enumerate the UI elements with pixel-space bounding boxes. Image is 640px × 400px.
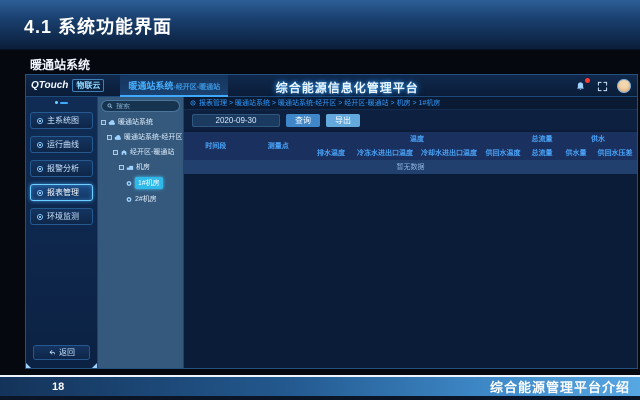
- notification-badge: [585, 77, 590, 83]
- column-header-chilled-water-temp: 冷冻水进出口温度: [357, 149, 413, 157]
- column-header-drain-temp: 排水温度: [317, 149, 345, 157]
- sidebar-ornament-icon: [26, 97, 97, 108]
- checkbox-icon[interactable]: [113, 149, 118, 155]
- checkbox-icon[interactable]: [101, 119, 106, 125]
- sidebar-item-environment-monitoring[interactable]: 环境监测: [30, 208, 93, 225]
- group-header-total-flow: 总流量: [531, 135, 553, 143]
- sidebar-item-label: 报警分析: [47, 164, 79, 173]
- table-header: 时间段 测量点 温度 排水温度 冷冻水进出口温度 冷却水进出口温度 供回水温度: [184, 132, 637, 160]
- group-header-temperature: 温度: [410, 135, 424, 143]
- sidebar-item-label: 报表管理: [47, 188, 79, 197]
- sidebar-item-main-diagram[interactable]: 主系统图: [30, 112, 93, 129]
- tab-label-sub: -经开区-暖通站: [173, 84, 221, 91]
- page-number: 18: [52, 380, 65, 393]
- app-header: QTouch 物联云 暖通站系统-经开区-暖通站 综合能源信息化管理平台: [26, 74, 637, 97]
- device-icon: [126, 180, 132, 186]
- tree-node-label: 经开区-暖通站: [130, 149, 175, 156]
- app-window: QTouch 物联云 暖通站系统-经开区-暖通站 综合能源信息化管理平台 主系统…: [25, 74, 638, 369]
- logo-brand: QTouch: [31, 80, 69, 91]
- tree-node-room-2[interactable]: 2#机房: [101, 194, 180, 204]
- column-header-total-flow: 总流量: [531, 149, 553, 157]
- menu-bullet-icon: [37, 141, 43, 148]
- breadcrumb-text: 报表管理 > 暖通站系统 > 暖通站系统-经开区 > 经开区-暖通站 > 机房 …: [199, 100, 441, 107]
- header-actions: [575, 75, 631, 97]
- back-arrow-icon: [49, 349, 55, 354]
- tree-node-label: 1#机房: [135, 177, 163, 189]
- back-button[interactable]: 返回: [33, 345, 90, 360]
- column-header-supply-volume: 供水量: [565, 149, 587, 157]
- sidebar-item-alarm-analysis[interactable]: 报警分析: [30, 160, 93, 177]
- device-icon: [126, 196, 132, 202]
- tab-hvac-station[interactable]: 暖通站系统-经开区-暖通站: [120, 74, 229, 97]
- search-icon: [107, 103, 113, 109]
- device-tree: 暖通站系统 暖通站系统-经开区 经开区-暖通站 机房 1#机房 2#机房: [101, 117, 183, 204]
- frame-corner-decor: [92, 363, 97, 368]
- platform-title: 综合能源信息化管理平台: [275, 81, 419, 95]
- slide-title-bar: 4.1 系统功能界面: [0, 0, 640, 50]
- report-table: 时间段 测量点 温度 排水温度 冷冻水进出口温度 冷却水进出口温度 供回水温度: [184, 132, 637, 174]
- room-icon: [126, 165, 134, 170]
- column-group-total-flow: 总流量 总流量: [525, 132, 559, 160]
- column-header-supply-return-temp: 供回水温度: [485, 149, 521, 157]
- menu-bullet-icon: [37, 165, 43, 172]
- checkbox-icon[interactable]: [119, 164, 124, 170]
- app-body: 主系统图 运行曲线 报警分析 报表管理 环境监测 返回 搜索 暖通站系统 暖通站…: [26, 97, 637, 368]
- back-button-label: 返回: [59, 348, 75, 357]
- device-tree-panel: 暖通站系统 暖通站系统-经开区 经开区-暖通站: [98, 97, 184, 368]
- main-content: 报表管理 > 暖通站系统 > 暖通站系统-经开区 > 经开区-暖通站 > 机房 …: [184, 97, 637, 368]
- tree-node-label: 暖通站系统: [118, 119, 153, 126]
- slide-footer-bar: 18 综合能源管理平台介绍: [0, 375, 640, 396]
- sidebar-item-report-management[interactable]: 报表管理: [30, 184, 93, 201]
- sidebar-item-label: 主系统图: [47, 116, 79, 125]
- tree-node-label: 2#机房: [135, 196, 157, 203]
- query-button[interactable]: 查询: [286, 113, 320, 127]
- tree-node-label: 暖通站系统-经开区: [124, 134, 183, 141]
- sidebar-item-label: 环境监测: [47, 212, 79, 221]
- checkbox-icon[interactable]: [107, 134, 112, 140]
- tab-label-main: 暖通站系统: [128, 81, 174, 91]
- app-logo: QTouch 物联云: [31, 79, 105, 92]
- logo-suffix: 物联云: [72, 79, 105, 92]
- tree-node-system-area[interactable]: 暖通站系统-经开区: [101, 132, 183, 142]
- notification-bell-icon[interactable]: [575, 77, 590, 93]
- page-title: 4.1 系统功能界面: [24, 17, 173, 37]
- column-header-pressure-diff: 供回水压差: [597, 149, 633, 157]
- column-group-temperature: 温度 排水温度 冷冻水进出口温度 冷却水进出口温度 供回水温度: [309, 132, 525, 160]
- station-icon: [121, 149, 127, 155]
- column-header-time: 时间段: [205, 143, 227, 150]
- screenshot-caption: 暖通站系统: [30, 58, 91, 72]
- tree-node-station[interactable]: 经开区-暖通站: [101, 147, 180, 157]
- table-empty-state: 暂无数据: [184, 160, 637, 174]
- export-button[interactable]: 导出: [326, 113, 360, 127]
- user-avatar[interactable]: [617, 79, 631, 93]
- group-header-supply-water: 供水: [591, 135, 605, 143]
- cloud-icon: [108, 119, 115, 125]
- tree-search-input[interactable]: [116, 102, 174, 110]
- sidebar-item-run-curves[interactable]: 运行曲线: [30, 136, 93, 153]
- column-header-point: 测量点: [267, 143, 289, 150]
- fullscreen-icon[interactable]: [597, 81, 608, 92]
- footer-underline: [0, 396, 640, 400]
- report-toolbar: 2020-09-30 查询 导出: [184, 110, 637, 130]
- tree-node-machine-room[interactable]: 机房: [101, 162, 180, 172]
- column-group-supply-water: 供水 供水量 供回水压差: [559, 132, 637, 160]
- cloud-icon: [114, 134, 121, 140]
- slide: 4.1 系统功能界面 暖通站系统 QTouch 物联云 暖通站系统-经开区-暖通…: [0, 0, 640, 400]
- tree-node-label: 机房: [136, 164, 150, 171]
- location-icon: [190, 100, 196, 106]
- menu-bullet-icon: [37, 213, 43, 220]
- footer-title: 综合能源管理平台介绍: [489, 380, 630, 395]
- tree-node-system[interactable]: 暖通站系统: [101, 117, 180, 127]
- sidebar-item-label: 运行曲线: [47, 140, 79, 149]
- tree-node-room-1[interactable]: 1#机房: [101, 177, 180, 189]
- tree-search: [101, 100, 180, 112]
- date-picker[interactable]: 2020-09-30: [192, 113, 280, 127]
- nav-sidebar: 主系统图 运行曲线 报警分析 报表管理 环境监测 返回: [26, 97, 98, 368]
- menu-bullet-icon: [37, 189, 43, 196]
- column-header-cooling-water-temp: 冷却水进出口温度: [421, 149, 477, 157]
- breadcrumb[interactable]: 报表管理 > 暖通站系统 > 暖通站系统-经开区 > 经开区-暖通站 > 机房 …: [184, 97, 637, 110]
- menu-bullet-icon: [37, 117, 43, 124]
- frame-corner-decor: [26, 363, 31, 368]
